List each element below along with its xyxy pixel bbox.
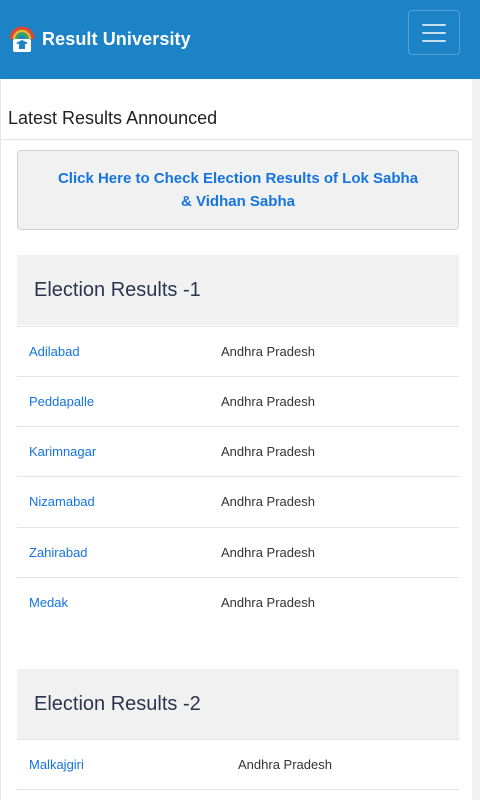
state-cell: Andhra Pradesh [221, 444, 315, 459]
constituency-link[interactable]: Karimnagar [29, 444, 96, 459]
constituency-link[interactable]: Nizamabad [29, 494, 95, 509]
constituency-link[interactable]: Medak [29, 595, 68, 610]
state-cell: Andhra Pradesh [221, 545, 315, 560]
navbar: Result University [0, 0, 480, 79]
table-row: Karimnagar Andhra Pradesh [17, 426, 459, 476]
table-row: Zahirabad Andhra Pradesh [17, 527, 459, 577]
menu-toggle-button[interactable] [408, 10, 460, 55]
state-cell: Andhra Pradesh [238, 757, 332, 772]
brand-name: Result University [42, 29, 191, 49]
state-cell: Andhra Pradesh [221, 595, 315, 610]
state-cell: Andhra Pradesh [221, 394, 315, 409]
table-row: Nizamabad Andhra Pradesh [17, 476, 459, 526]
section-divider [0, 139, 472, 140]
table-row: Malkajgiri Andhra Pradesh [17, 739, 459, 789]
table-row: Adilabad Andhra Pradesh [17, 326, 459, 376]
table-row [17, 789, 459, 800]
brand-link[interactable]: Result University [8, 25, 191, 55]
graduation-cap-icon [8, 25, 36, 55]
constituency-link[interactable]: Zahirabad [29, 545, 88, 560]
group-title: Election Results -2 [34, 692, 201, 715]
constituency-link[interactable]: Adilabad [29, 344, 80, 359]
table-row: Medak Andhra Pradesh [17, 577, 459, 627]
constituency-link[interactable]: Malkajgiri [29, 757, 84, 772]
state-cell: Andhra Pradesh [221, 494, 315, 509]
hamburger-menu-icon [422, 23, 446, 26]
state-cell: Andhra Pradesh [221, 344, 315, 359]
group-header: Election Results -2 [17, 669, 459, 739]
section-title: Latest Results Announced [8, 108, 218, 128]
constituency-link[interactable]: Peddapalle [29, 394, 94, 409]
check-election-results-button[interactable]: Click Here to Check Election Results of … [17, 150, 459, 230]
table-row: Peddapalle Andhra Pradesh [17, 376, 459, 426]
group-header: Election Results -1 [17, 255, 459, 325]
group-title: Election Results -1 [34, 278, 201, 301]
